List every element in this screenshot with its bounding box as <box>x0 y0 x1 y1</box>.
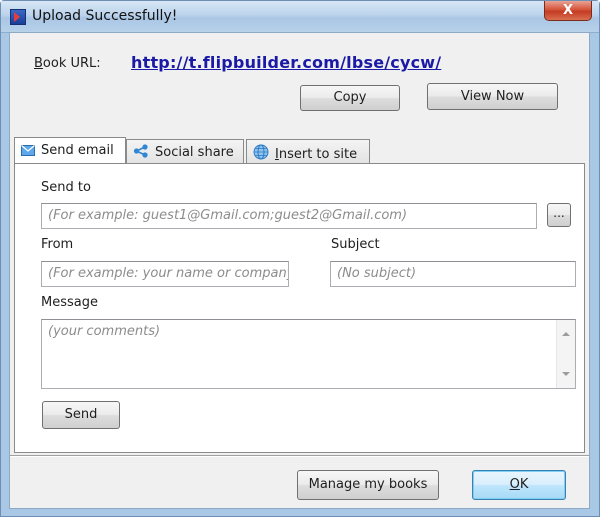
globe-icon <box>253 144 269 164</box>
app-icon <box>10 9 26 25</box>
manage-my-books-button[interactable]: Manage my books <box>297 470 439 500</box>
dialog-window: Upload Successfully! X Book URL: http://… <box>0 0 600 517</box>
dialog-body: Book URL: http://t.flipbuilder.com/lbse/… <box>9 32 590 509</box>
tab-label: Social share <box>155 145 234 160</box>
envelope-icon <box>21 145 35 160</box>
tab-social-share[interactable]: Social share <box>126 139 244 163</box>
book-url-label: Book URL: <box>34 56 101 71</box>
send-email-panel: Send to (For example: guest1@Gmail.com;g… <box>14 163 585 453</box>
message-label: Message <box>41 295 98 310</box>
send-button[interactable]: Send <box>42 401 120 429</box>
window-title: Upload Successfully! <box>32 8 178 24</box>
copy-button[interactable]: Copy <box>300 85 400 111</box>
tab-send-email[interactable]: Send email <box>14 137 126 163</box>
message-placeholder: (your comments) <box>48 324 161 339</box>
tab-label: Insert to site <box>275 147 358 162</box>
ok-button[interactable]: OK <box>472 470 566 500</box>
send-to-input[interactable]: (For example: guest1@Gmail.com;guest2@Gm… <box>41 203 537 229</box>
subject-input[interactable]: (No subject) <box>330 261 576 287</box>
subject-label: Subject <box>331 237 380 252</box>
scroll-down-arrow-icon[interactable] <box>562 372 570 376</box>
from-input[interactable]: (For example: your name or company) <box>41 261 289 287</box>
close-button[interactable]: X <box>544 1 592 21</box>
footer-separator <box>10 455 589 457</box>
tab-label: Send email <box>41 143 114 158</box>
scroll-up-arrow-icon[interactable] <box>562 332 570 336</box>
browse-contacts-button[interactable]: ... <box>547 203 571 227</box>
tab-insert-to-site[interactable]: Insert to site <box>246 139 370 163</box>
share-icon <box>133 144 149 162</box>
from-label: From <box>41 237 74 252</box>
message-textarea[interactable]: (your comments) <box>41 319 576 389</box>
title-bar[interactable]: Upload Successfully! X <box>1 1 599 33</box>
view-now-button[interactable]: View Now <box>427 83 558 110</box>
book-url-link[interactable]: http://t.flipbuilder.com/lbse/cycw/ <box>131 53 441 72</box>
message-scrollbar[interactable] <box>556 320 575 388</box>
send-to-label: Send to <box>41 180 91 195</box>
